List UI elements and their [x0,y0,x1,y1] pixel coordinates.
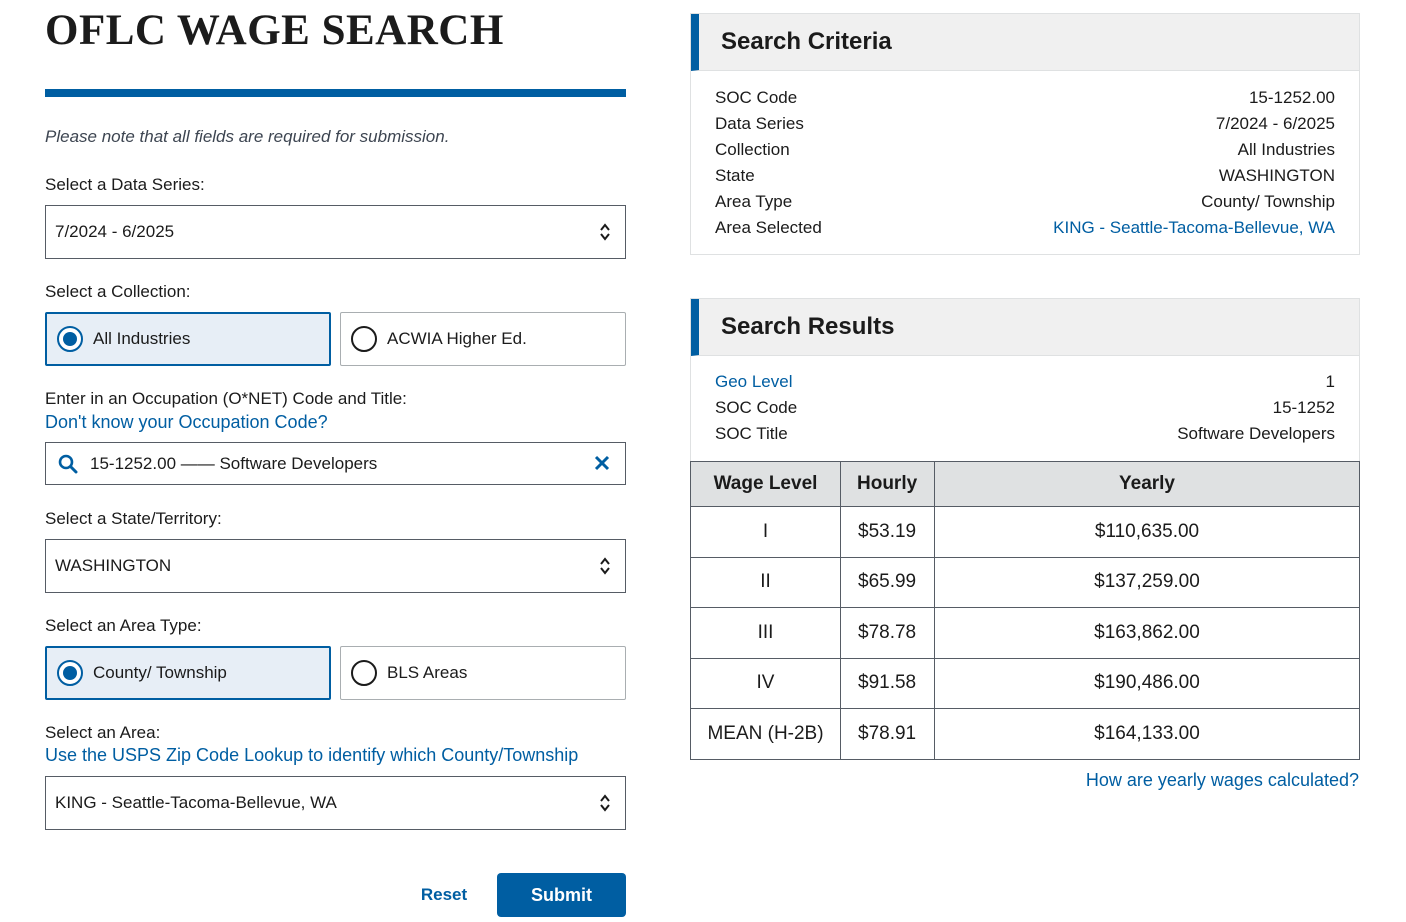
hourly-cell: $65.99 [840,556,935,608]
radio-checked-icon [57,326,83,352]
yearly-wages-help-link[interactable]: How are yearly wages calculated? [1086,770,1359,791]
column-header: Hourly [840,461,935,507]
results-row-geo-level: Geo Level 1 [715,372,1335,392]
criteria-row-data-series: Data Series 7/2024 - 6/2025 [715,114,1335,133]
table-row: III $78.78 $163,862.00 [690,607,1360,659]
radio-acwia-higher-ed[interactable]: ACWIA Higher Ed. [340,312,626,366]
table-row: MEAN (H-2B) $78.91 $164,133.00 [690,708,1360,760]
radio-label: BLS Areas [387,663,468,682]
chevron-updown-icon [600,557,610,575]
radio-label: County/ Township [93,663,227,682]
radio-label: ACWIA Higher Ed. [387,329,527,348]
occupation-help-link[interactable]: Don't know your Occupation Code? [45,412,328,433]
criteria-row-state: State WASHINGTON [715,166,1335,185]
area-type-label: Select an Area Type: [45,616,202,635]
yearly-cell: $137,259.00 [934,556,1360,608]
state-value: WASHINGTON [55,556,172,575]
wage-level-cell: I [690,506,841,558]
required-note: Please note that all fields are required… [45,127,450,146]
wage-table-header-row: Wage Level Hourly Yearly [690,461,1360,507]
wage-level-cell: III [690,607,841,659]
geo-level-link[interactable]: Geo Level [715,372,793,392]
collection-label: Select a Collection: [45,282,191,301]
data-series-value: 7/2024 - 6/2025 [55,222,175,241]
chevron-updown-icon [600,223,610,241]
area-value: KING - Seattle-Tacoma-Bellevue, WA [55,793,337,812]
data-series-label: Select a Data Series: [45,175,205,194]
chevron-updown-icon [600,794,610,812]
table-row: II $65.99 $137,259.00 [690,556,1360,608]
radio-checked-icon [57,660,83,686]
radio-bls-areas[interactable]: BLS Areas [340,646,626,700]
reset-button[interactable]: Reset [404,873,484,917]
area-label: Select an Area: [45,723,161,742]
column-header: Yearly [934,461,1360,507]
criteria-row-area-type: Area Type County/ Township [715,192,1335,211]
criteria-row-area-selected: Area Selected KING - Seattle-Tacoma-Belle… [715,218,1335,238]
radio-unchecked-icon [351,660,377,686]
search-icon [58,454,78,473]
results-row-soc-title: SOC Title Software Developers [715,424,1335,443]
submit-button[interactable]: Submit [497,873,626,917]
search-criteria-card: Search Criteria SOC Code 15-1252.00 Data … [690,13,1360,255]
hourly-cell: $91.58 [840,657,935,709]
page-title: OFLC WAGE SEARCH [45,7,504,54]
wage-level-cell: MEAN (H-2B) [690,708,841,760]
radio-all-industries[interactable]: All Industries [45,312,331,366]
results-row-soc-code: SOC Code 15-1252 [715,398,1335,417]
radio-unchecked-icon [351,326,377,352]
yearly-cell: $110,635.00 [934,506,1360,558]
hourly-cell: $78.78 [840,607,935,659]
state-select[interactable]: WASHINGTON [45,539,626,593]
yearly-cell: $164,133.00 [934,708,1360,760]
search-results-heading: Search Results [691,299,1359,356]
area-selected-link[interactable]: KING - Seattle-Tacoma-Bellevue, WA [1053,218,1335,238]
search-results-card: Search Results Geo Level 1 SOC Code 15-125… [690,298,1360,462]
wage-level-cell: IV [690,657,841,709]
title-divider [45,89,626,97]
state-label: Select a State/Territory: [45,509,222,528]
area-select[interactable]: KING - Seattle-Tacoma-Bellevue, WA [45,776,626,830]
occupation-label: Enter in an Occupation (O*NET) Code and … [45,389,407,408]
table-row: I $53.19 $110,635.00 [690,506,1360,558]
wage-level-cell: II [690,556,841,608]
criteria-row-collection: Collection All Industries [715,140,1335,159]
column-header: Wage Level [690,461,841,507]
hourly-cell: $78.91 [840,708,935,760]
search-criteria-heading: Search Criteria [691,14,1359,71]
yearly-cell: $163,862.00 [934,607,1360,659]
occupation-search-input[interactable]: 15-1252.00 —— Software Developers [45,442,626,485]
criteria-row-soc-code: SOC Code 15-1252.00 [715,88,1335,107]
close-icon[interactable] [593,454,611,472]
radio-county-township[interactable]: County/ Township [45,646,331,700]
radio-label: All Industries [93,329,191,348]
data-series-select[interactable]: 7/2024 - 6/2025 [45,205,626,259]
hourly-cell: $53.19 [840,506,935,558]
yearly-cell: $190,486.00 [934,657,1360,709]
occupation-value: 15-1252.00 —— Software Developers [90,453,378,473]
wage-table: Wage Level Hourly Yearly I $53.19 $110,6… [690,461,1360,760]
usps-zip-lookup-link[interactable]: Use the USPS Zip Code Lookup to identify… [45,745,578,766]
table-row: IV $91.58 $190,486.00 [690,657,1360,709]
